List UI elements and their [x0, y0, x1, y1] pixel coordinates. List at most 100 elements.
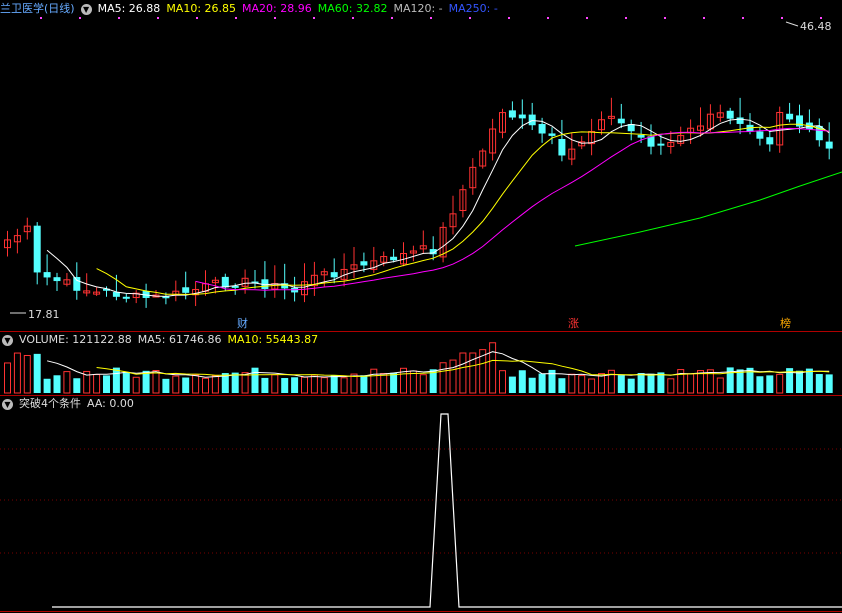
top-marker-dot: [118, 17, 120, 19]
main-panel-toggle-icon[interactable]: ▼: [80, 3, 92, 15]
volume-bar-up: [687, 373, 695, 394]
candle-body-down: [548, 133, 556, 136]
volume-ma10-label: MA10: 55443.87: [227, 333, 319, 346]
volume-bar-up: [588, 378, 596, 394]
candle-body-down: [766, 137, 774, 145]
volume-bar-up: [340, 377, 348, 394]
volume-bar-down: [627, 378, 635, 393]
top-marker-dot: [430, 17, 432, 19]
volume-bar-down: [122, 371, 130, 393]
volume-bar-down: [528, 377, 536, 393]
volume-bar-down: [112, 367, 120, 393]
ma20-line: [195, 127, 830, 291]
volume-bar-down: [43, 378, 51, 393]
volume-bar-down: [538, 373, 546, 393]
volume-bar-down: [53, 375, 61, 393]
volume-bar-down: [281, 378, 289, 393]
volume-bar-up: [667, 378, 675, 394]
volume-bar-up: [310, 374, 318, 394]
top-marker-dot: [586, 17, 588, 19]
volume-bar-down: [756, 376, 764, 393]
volume-bar-down: [103, 375, 110, 393]
volume-ma10-line: [96, 359, 830, 378]
volume-bar-down: [291, 377, 299, 393]
volume-bar-down: [360, 375, 368, 393]
volume-bar-up: [132, 376, 140, 394]
volume-bar-up: [449, 359, 457, 394]
volume-bar-down: [518, 370, 526, 393]
indicator-panel-header: ▼ 突破4个条件 AA: 0.00: [0, 396, 140, 412]
volume-bar-down: [637, 373, 645, 393]
indicator-panel-toggle-icon[interactable]: ▼: [2, 398, 13, 410]
candle-body-down: [53, 277, 61, 282]
candle-body-down: [528, 114, 536, 126]
volume-bar-up: [320, 377, 328, 394]
volume-bar-up: [489, 342, 497, 394]
volume-bar-up: [409, 370, 417, 394]
volume-ma5-label: MA5: 61746.86: [137, 333, 222, 346]
kline-chart-canvas[interactable]: [0, 0, 842, 613]
volume-bar-up: [202, 377, 209, 394]
volume-bar-down: [766, 375, 774, 393]
volume-bar-up: [241, 372, 249, 394]
stock-title: 兰卫医学(日线): [0, 2, 75, 15]
volume-bar-down: [330, 375, 338, 393]
volume-bar-down: [796, 370, 803, 393]
candle-body-down: [518, 114, 526, 119]
volume-bar-down: [508, 376, 516, 393]
low-price-label: 17.81: [28, 308, 60, 321]
candle-body-down: [122, 296, 130, 299]
volume-bar-up: [439, 362, 447, 394]
volume-bar-down: [182, 377, 190, 393]
candle-body-down: [786, 113, 794, 120]
candle-body-down: [182, 287, 190, 293]
main-panel-header: 兰卫医学(日线) ▼ MA5: 26.88 MA10: 26.85 MA20: 28.9…: [0, 1, 504, 17]
candle-body-down: [33, 225, 41, 273]
candle-body-down: [73, 277, 81, 291]
candle-body-down: [726, 110, 734, 119]
top-marker-dot: [274, 17, 276, 19]
candle-body-down: [756, 131, 764, 139]
top-marker-dot: [79, 17, 81, 19]
volume-bar-up: [370, 368, 378, 394]
top-marker-dot: [742, 17, 744, 19]
volume-bar-up: [23, 354, 31, 394]
volume-bar-up: [459, 352, 467, 394]
volume-bar-down: [142, 370, 150, 393]
volume-bar-up: [578, 375, 586, 394]
volume-bar-up: [63, 371, 71, 394]
volume-bar-down: [657, 372, 665, 393]
ranking-event-tag[interactable]: 榜: [779, 317, 792, 330]
volume-bar-up: [211, 375, 219, 394]
candle-body-down: [330, 272, 338, 278]
price-limit-event-tag[interactable]: 涨: [567, 317, 580, 330]
candle-body-down: [825, 141, 833, 149]
ma60-line: [574, 171, 842, 247]
indicator-signal-line: [52, 413, 842, 608]
volume-bar-down: [390, 372, 398, 393]
finance-event-tag[interactable]: 财: [236, 317, 249, 330]
volume-bar-down: [162, 378, 170, 393]
volume-bar-up: [172, 375, 180, 394]
ma20-label: MA20: 28.96: [242, 2, 312, 15]
top-marker-dot: [469, 17, 471, 19]
candle-body-down: [508, 110, 516, 118]
volume-label: VOLUME: 121122.88: [19, 333, 132, 346]
candle-body-down: [43, 272, 51, 278]
high-pointer: [785, 21, 799, 27]
volume-bar-up: [271, 374, 279, 394]
volume-bar-up: [13, 352, 21, 394]
volume-bar-down: [73, 378, 81, 393]
candle-body-down: [657, 143, 665, 146]
top-marker-dot: [508, 17, 510, 19]
volume-bar-down: [825, 374, 833, 393]
volume-panel-toggle-icon[interactable]: ▼: [2, 334, 13, 346]
top-marker-dot: [781, 17, 783, 19]
volume-bar-down: [33, 353, 41, 393]
volume-panel-header: ▼ VOLUME: 121122.88 MA5: 61746.86 MA10: 554…: [0, 332, 324, 348]
top-marker-dot: [157, 17, 159, 19]
candle-body-down: [736, 117, 744, 124]
top-marker-dot: [625, 17, 627, 19]
indicator-name: 突破4个条件: [19, 397, 81, 410]
top-marker-dot: [352, 17, 354, 19]
